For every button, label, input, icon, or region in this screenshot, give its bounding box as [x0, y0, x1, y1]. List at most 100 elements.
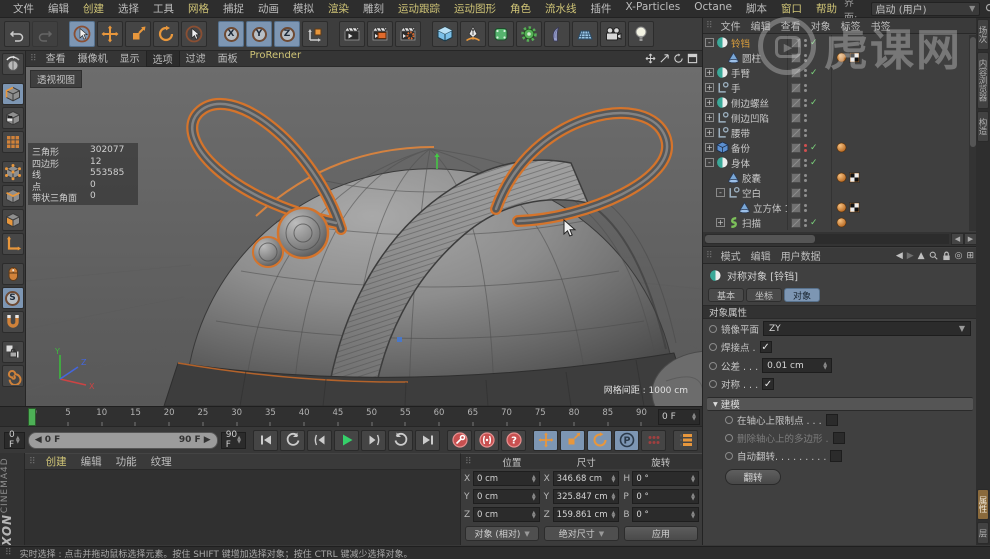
- expand-toggle-icon[interactable]: -: [705, 38, 714, 47]
- key-scale-button[interactable]: [560, 429, 585, 451]
- stepper-arrows-icon[interactable]: ▲ ▼: [691, 510, 695, 519]
- add-spline-button[interactable]: [460, 21, 486, 47]
- key-dots-button[interactable]: [641, 429, 666, 451]
- expand-toggle-icon[interactable]: +: [716, 218, 725, 227]
- rec-q-button[interactable]: ?: [501, 429, 526, 451]
- add-camera-button[interactable]: [600, 21, 626, 47]
- layer-square-icon[interactable]: [791, 202, 801, 213]
- attribute-tab-坐标[interactable]: 坐标: [746, 288, 783, 302]
- key-param-button[interactable]: P: [614, 429, 639, 451]
- edges-mode-button[interactable]: [1, 185, 24, 207]
- enabled-check-icon[interactable]: ✓: [810, 68, 819, 78]
- enabled-check-icon[interactable]: ✓: [810, 218, 819, 228]
- visibility-dots-icon[interactable]: [804, 158, 807, 167]
- make-editable-button[interactable]: [1, 53, 24, 75]
- lock-icon[interactable]: [942, 251, 951, 261]
- menu-运动图形[interactable]: 运动图形: [447, 0, 503, 17]
- menu-X-Particles[interactable]: X-Particles: [619, 0, 688, 17]
- attribute-menu-编辑[interactable]: 编辑: [746, 248, 776, 263]
- stepper-arrows-icon[interactable]: ▲ ▼: [532, 474, 536, 483]
- material-tag-icon[interactable]: [836, 202, 847, 213]
- stepper-arrows-icon[interactable]: ▲ ▼: [611, 474, 615, 483]
- expand-toggle-icon[interactable]: +: [705, 83, 714, 92]
- anim-ring-icon[interactable]: [709, 343, 717, 351]
- menu-角色[interactable]: 角色: [503, 0, 538, 17]
- last-tool-button[interactable]: [181, 21, 207, 47]
- enable-axis-mode-button[interactable]: [1, 233, 24, 255]
- object-menu-对象[interactable]: 对象: [806, 18, 836, 33]
- menu-创建[interactable]: 创建: [76, 0, 111, 17]
- material-tag-icon[interactable]: [836, 142, 847, 153]
- scroll-left-icon[interactable]: ◀: [951, 233, 964, 245]
- pan-view-icon[interactable]: [645, 53, 656, 64]
- stepper-arrows-icon[interactable]: ▲ ▼: [691, 474, 695, 483]
- enabled-check-icon[interactable]: ✓: [810, 98, 819, 108]
- tree-row-侧边螺丝[interactable]: + 侧边螺丝 ✓: [703, 95, 969, 110]
- viewport-menu-面板[interactable]: 面板: [212, 51, 244, 67]
- material-menu-创建[interactable]: 创建: [39, 453, 74, 470]
- anim-ring-icon[interactable]: [709, 361, 717, 370]
- visibility-dots-icon[interactable]: [804, 173, 807, 182]
- menu-文件[interactable]: 文件: [6, 0, 41, 17]
- stepper-arrows-icon[interactable]: ▲ ▼: [611, 492, 615, 501]
- new-panel-icon[interactable]: ⊞: [966, 251, 974, 261]
- attribute-tab-基本[interactable]: 基本: [708, 288, 745, 302]
- range-start-field[interactable]: 0 F ▲ ▼: [4, 430, 25, 450]
- visibility-dots-icon[interactable]: [804, 68, 807, 77]
- visibility-dots-icon[interactable]: [804, 98, 807, 107]
- layer-square-icon[interactable]: [791, 52, 801, 63]
- add-generator-button[interactable]: [516, 21, 542, 47]
- menu-捕捉[interactable]: 捕捉: [216, 0, 251, 17]
- stepper-arrows-icon[interactable]: ▲ ▼: [823, 361, 827, 370]
- uvw-tag-icon[interactable]: [849, 202, 860, 213]
- stepper-arrows-icon[interactable]: ▲ ▼: [237, 436, 241, 445]
- rotate-view-icon[interactable]: [673, 53, 684, 64]
- size-mode-dropdown[interactable]: 绝对尺寸 ▼: [544, 526, 619, 541]
- panel-grip-icon[interactable]: ⠿: [706, 251, 713, 261]
- layer-square-icon[interactable]: [791, 67, 801, 78]
- object-tree-hscrollbar[interactable]: ◀ ▶: [703, 232, 977, 246]
- uvw-tag-icon[interactable]: [849, 52, 860, 63]
- timeline-range-slider[interactable]: ◀ 0 F 90 F ▶: [27, 431, 218, 449]
- flip-button[interactable]: 翻转: [725, 469, 781, 485]
- layer-square-icon[interactable]: [791, 127, 801, 138]
- layer-square-icon[interactable]: [791, 82, 801, 93]
- tree-row-腰带[interactable]: + 腰带: [703, 125, 969, 140]
- expand-toggle-icon[interactable]: +: [705, 113, 714, 122]
- layer-square-icon[interactable]: [791, 172, 801, 183]
- lock-y-axis-button[interactable]: Y: [246, 21, 272, 47]
- toggle-view-icon[interactable]: [687, 53, 698, 64]
- attr-dropdown[interactable]: ZY ▼: [763, 321, 971, 336]
- material-menu-编辑[interactable]: 编辑: [74, 453, 109, 470]
- expand-toggle-icon[interactable]: +: [705, 98, 714, 107]
- menu-选择[interactable]: 选择: [111, 0, 146, 17]
- viewport-menu-查看[interactable]: 查看: [40, 51, 72, 67]
- viewport-solo-button[interactable]: [1, 263, 24, 285]
- coord-mode-dropdown[interactable]: 对象 (相对) ▼: [465, 526, 540, 541]
- lock-x-axis-button[interactable]: X: [218, 21, 244, 47]
- move-tool-button[interactable]: [97, 21, 123, 47]
- play-button[interactable]: [334, 429, 359, 451]
- lock-z-axis-button[interactable]: Z: [274, 21, 300, 47]
- tree-row-备份[interactable]: + 备份 ✓: [703, 140, 969, 155]
- timeline-ticks[interactable]: 051015202530354045505560657075808590: [28, 407, 654, 427]
- anim-ring-icon[interactable]: [709, 324, 717, 333]
- layer-square-icon[interactable]: [791, 97, 801, 108]
- layout-dropdown[interactable]: 启动 (用户) ▼: [870, 1, 981, 16]
- visibility-dots-icon[interactable]: [804, 38, 807, 47]
- undo-button[interactable]: [4, 21, 30, 47]
- history-back-icon[interactable]: ◀: [896, 251, 903, 261]
- live-selection-button[interactable]: [69, 21, 95, 47]
- stepper-arrows-icon[interactable]: ▲ ▼: [611, 510, 615, 519]
- current-frame-field[interactable]: 0 F ▲ ▼: [658, 409, 700, 425]
- menu-雕刻[interactable]: 雕刻: [356, 0, 391, 17]
- render-settings-button[interactable]: [395, 21, 421, 47]
- layer-square-icon[interactable]: [791, 217, 801, 228]
- points-mode-button[interactable]: [1, 161, 24, 183]
- menu-工具[interactable]: 工具: [146, 0, 181, 17]
- menu-网格[interactable]: 网格: [181, 0, 216, 17]
- skip-end-button[interactable]: [415, 429, 440, 451]
- coord-position-X-field[interactable]: 0 cm ▲ ▼: [473, 471, 540, 486]
- texture-mode-button[interactable]: [1, 107, 24, 129]
- tree-row-空白[interactable]: - 空白: [703, 185, 969, 200]
